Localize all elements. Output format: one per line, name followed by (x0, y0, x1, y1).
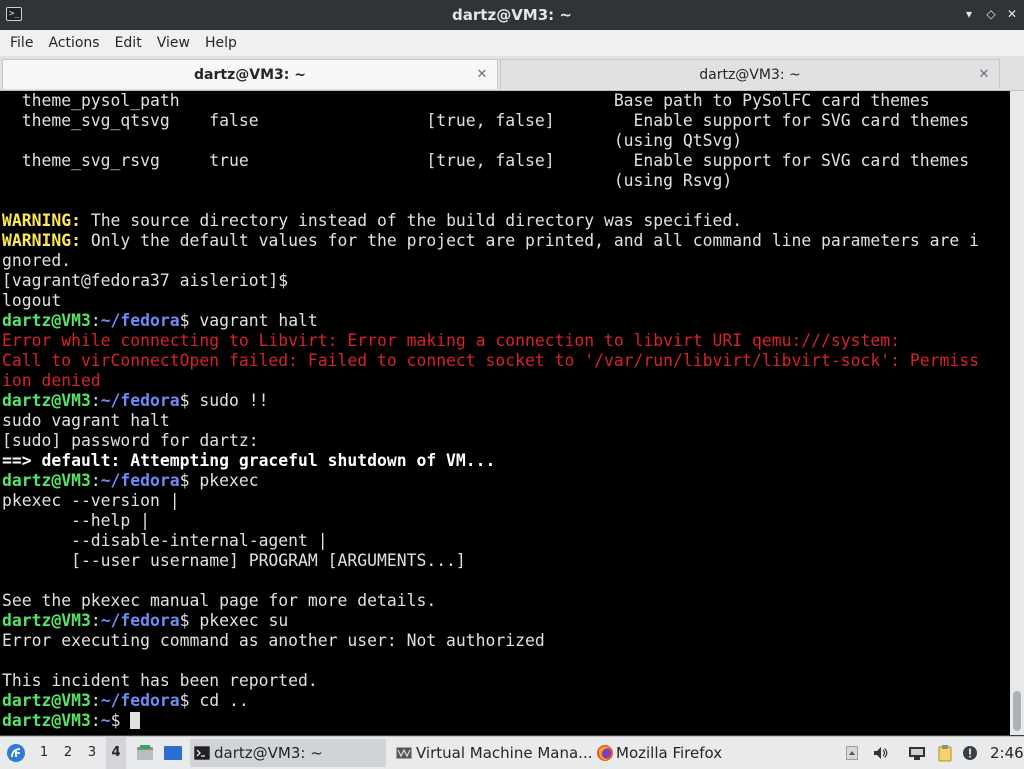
workspace-1[interactable]: 1 (34, 737, 54, 769)
terminal-text: $ pkexec (179, 471, 259, 490)
terminal-text: theme_svg_rsvg true [true, false] Enable… (2, 151, 970, 170)
task-label: Mozilla Firefox (616, 744, 723, 762)
terminal-text: See the pkexec manual page for more deta… (2, 591, 437, 610)
task-virt-manager[interactable]: Virtual Machine Mana... (392, 739, 593, 767)
terminal-text: : (90, 711, 101, 730)
terminal-text: logout (2, 291, 62, 310)
task-firefox[interactable]: Mozilla Firefox (592, 739, 742, 767)
terminal-text: : (90, 611, 101, 630)
close-button[interactable]: ✕ (1005, 7, 1019, 21)
notifications-icon[interactable] (962, 745, 978, 761)
terminal-text: [--user username] PROGRAM [ARGUMENTS...] (2, 551, 466, 570)
terminal-text: : (90, 691, 101, 710)
terminal-output: theme_pysol_path Base path to PySolFC ca… (0, 91, 1010, 731)
terminal-text: gnored. (2, 251, 72, 270)
task-label: Virtual Machine Mana... (416, 744, 593, 762)
terminal-text: $ pkexec su (179, 611, 289, 630)
terminal-text: dartz@VM3 (2, 711, 91, 730)
terminal-text: (using Rsvg) (2, 171, 733, 190)
terminal-text: : (90, 391, 101, 410)
terminal-text: The source directory instead of the buil… (80, 211, 743, 230)
tab-terminal-2[interactable]: dartz@VM3: ~ ✕ (500, 59, 1000, 89)
workspace-3[interactable]: 3 (82, 737, 102, 769)
menu-edit[interactable]: Edit (110, 30, 147, 56)
volume-icon[interactable] (872, 745, 888, 761)
terminal-text: WARNING: (2, 231, 81, 250)
tab-close-icon[interactable]: ✕ (977, 60, 991, 90)
clock[interactable]: 2:46 (990, 737, 1024, 769)
terminal-text: dartz@VM3 (2, 311, 91, 330)
terminal-text: Error while connecting to Libvirt: Error… (2, 331, 900, 350)
terminal-text: $ sudo !! (179, 391, 269, 410)
terminal-text: Only the default values for the project … (80, 231, 979, 250)
maximize-button[interactable]: ◇ (984, 7, 998, 21)
window-title: dartz@VM3: ~ (452, 6, 572, 24)
task-terminal[interactable]: dartz@VM3: ~ (190, 739, 386, 767)
tab-close-icon[interactable]: ✕ (475, 60, 489, 90)
tab-terminal-1[interactable]: dartz@VM3: ~ ✕ (2, 59, 498, 89)
terminal-text: ~/fedora (100, 311, 180, 330)
terminal-text: sudo vagrant halt (2, 411, 170, 430)
terminal-text: --disable-internal-agent | (2, 531, 328, 550)
menu-view[interactable]: View (152, 30, 195, 56)
terminal-text: Error executing command as another user:… (2, 631, 545, 650)
terminal-text: ~/fedora (100, 611, 180, 630)
menu-file[interactable]: File (5, 30, 38, 56)
terminal-text: dartz@VM3 (2, 391, 91, 410)
tray-arrow-icon[interactable] (846, 746, 858, 760)
terminal-text: $ cd .. (179, 691, 249, 710)
terminal-view[interactable]: theme_pysol_path Base path to PySolFC ca… (0, 91, 1010, 735)
terminal-text: [vagrant@fedora37 aisleriot]$ (2, 271, 289, 290)
task-label: dartz@VM3: ~ (214, 744, 323, 762)
terminal-text: $ (110, 711, 131, 730)
window-titlebar[interactable]: >_ dartz@VM3: ~ ▾ ◇ ✕ (0, 0, 1024, 30)
terminal-text: theme_svg_qtsvg false [true, false] Enab… (2, 111, 970, 130)
terminal-icon (194, 746, 210, 760)
minimize-button[interactable]: ▾ (962, 7, 976, 21)
network-icon[interactable] (907, 745, 927, 761)
terminal-text: Call to virConnectOpen failed: Failed to… (2, 351, 979, 370)
terminal-text: ~/fedora (100, 471, 180, 490)
workspace-4[interactable]: 4 (106, 737, 126, 769)
terminal-text: This incident has been reported. (2, 671, 318, 690)
show-desktop-icon[interactable] (163, 745, 183, 761)
terminal-text: dartz@VM3 (2, 691, 91, 710)
terminal-text: WARNING: (2, 211, 81, 230)
taskbar: 1 2 3 4 dartz@VM3: ~ Virtual Machine Man… (0, 736, 1024, 769)
scrollbar-thumb[interactable] (1013, 691, 1021, 731)
terminal-text: ==> default: Attempting graceful shutdow… (2, 451, 496, 470)
terminal-text: ~/fedora (100, 691, 180, 710)
tab-label: dartz@VM3: ~ (194, 67, 306, 83)
terminal-text: $ vagrant halt (179, 311, 318, 330)
tab-bar: dartz@VM3: ~ ✕ dartz@VM3: ~ ✕ (0, 56, 1024, 91)
terminal-text: [sudo] password for dartz: (2, 431, 259, 450)
start-menu-icon (7, 744, 25, 762)
terminal-text: dartz@VM3 (2, 611, 91, 630)
terminal-text: ion denied (2, 371, 101, 390)
terminal-text: dartz@VM3 (2, 471, 91, 490)
firefox-icon (597, 745, 613, 761)
terminal-text: ~/fedora (100, 391, 180, 410)
menu-bar: File Actions Edit View Help (0, 30, 1024, 56)
virt-manager-icon (396, 747, 412, 759)
tab-label: dartz@VM3: ~ (699, 67, 801, 83)
workspace-2[interactable]: 2 (58, 737, 78, 769)
terminal-text: ~ (100, 711, 111, 730)
clipboard-icon[interactable] (936, 744, 954, 762)
terminal-text: pkexec --version | (2, 491, 180, 510)
terminal-cursor (130, 712, 141, 729)
terminal-text: : (90, 471, 101, 490)
terminal-scrollbar[interactable] (1010, 91, 1024, 735)
terminal-text: : (90, 311, 101, 330)
menu-help[interactable]: Help (200, 30, 242, 56)
terminal-text: --help | (2, 511, 151, 530)
terminal-text: (using QtSvg) (2, 131, 743, 150)
file-manager-icon[interactable] (136, 745, 154, 761)
terminal-text: theme_pysol_path Base path to PySolFC ca… (2, 91, 930, 110)
menu-actions[interactable]: Actions (43, 30, 104, 56)
